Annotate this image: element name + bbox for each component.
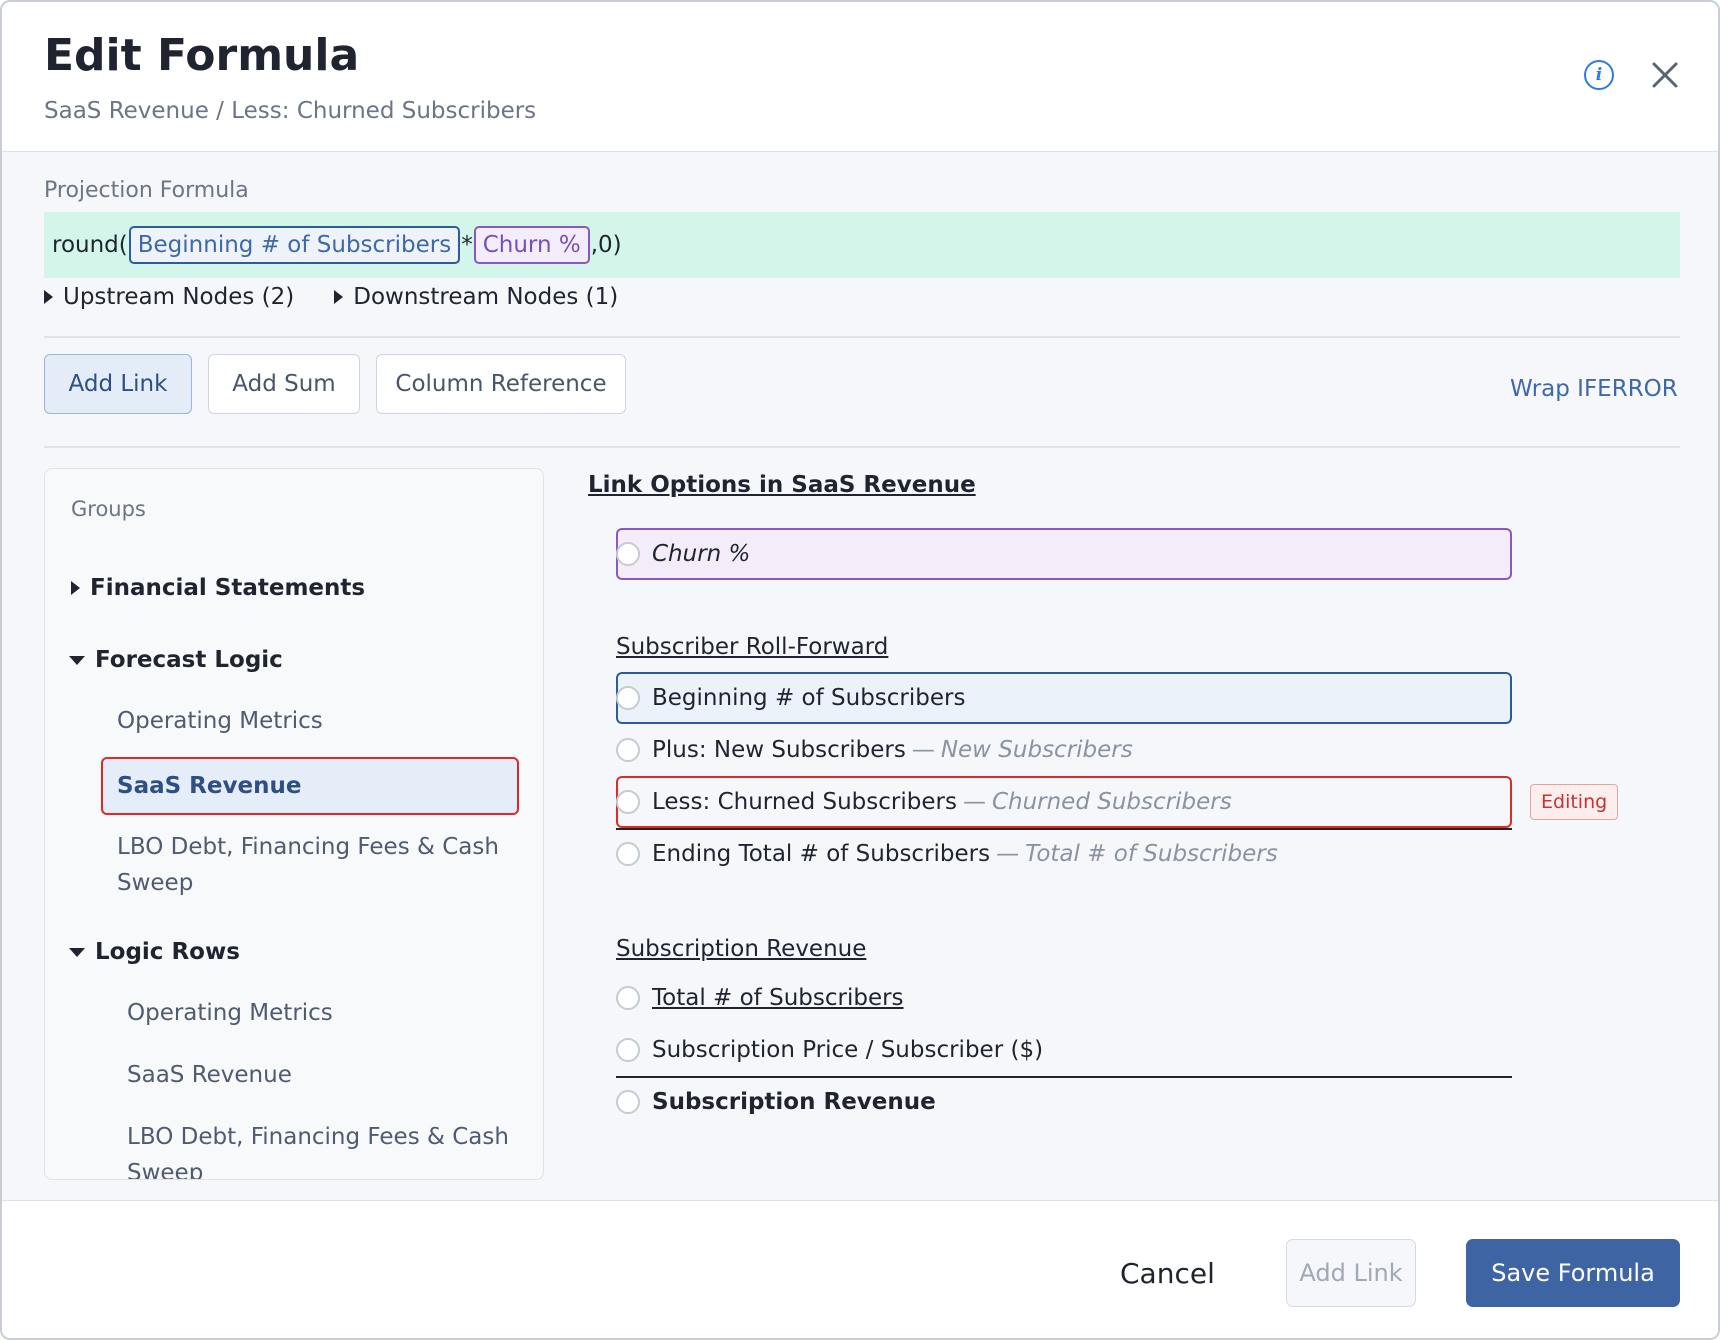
option-label: Less: Churned Subscribers xyxy=(652,789,957,815)
dialog-footer: Cancel Add Link Save Formula xyxy=(2,1200,1718,1338)
info-icon[interactable]: i xyxy=(1584,60,1614,90)
option-sublabel: Churned Subscribers xyxy=(991,789,1232,815)
logic-item-lbo-debt[interactable]: LBO Debt, Financing Fees & Cash Sweep xyxy=(127,1119,537,1179)
roll-forward-heading: Subscriber Roll-Forward xyxy=(616,634,889,660)
edit-formula-dialog: Edit Formula SaaS Revenue / Less: Churne… xyxy=(0,0,1720,1340)
group-label: Financial Statements xyxy=(90,575,366,601)
add-link-button-disabled: Add Link xyxy=(1286,1239,1416,1307)
radio-button[interactable] xyxy=(616,842,640,866)
option-plus-new-subscribers[interactable]: Plus: New Subscribers — New Subscribers xyxy=(616,724,1512,776)
divider xyxy=(44,446,1680,448)
breadcrumb: SaaS Revenue / Less: Churned Subscribers xyxy=(44,98,537,124)
option-label: Beginning # of Subscribers xyxy=(652,685,966,711)
option-total-subscribers[interactable]: Total # of Subscribers xyxy=(616,972,1512,1024)
radio-button[interactable] xyxy=(616,542,640,566)
option-label: Plus: New Subscribers xyxy=(652,737,906,763)
save-formula-button[interactable]: Save Formula xyxy=(1466,1239,1680,1307)
upstream-nodes-label: Upstream Nodes (2) xyxy=(63,284,295,310)
formula-prefix: round( xyxy=(52,232,128,258)
formula-token-beginning-subscribers[interactable]: Beginning # of Subscribers xyxy=(128,226,461,264)
formula-token-churn[interactable]: Churn % xyxy=(473,226,590,264)
group-forecast-logic[interactable]: Forecast Logic xyxy=(69,647,283,673)
logic-item-saas-revenue[interactable]: SaaS Revenue xyxy=(127,1057,292,1093)
close-icon[interactable] xyxy=(1650,60,1680,90)
group-logic-rows[interactable]: Logic Rows xyxy=(69,939,240,965)
option-label: Churn % xyxy=(652,541,751,567)
radio-button[interactable] xyxy=(616,686,640,710)
radio-button[interactable] xyxy=(616,1038,640,1062)
wrap-iferror-link[interactable]: Wrap IFERROR xyxy=(1510,376,1678,402)
formula-editor[interactable]: round( Beginning # of Subscribers * Chur… xyxy=(44,212,1680,278)
downstream-nodes-toggle[interactable]: Downstream Nodes (1) xyxy=(334,284,618,310)
group-label: Logic Rows xyxy=(95,939,240,965)
option-ending-total-subscribers[interactable]: Ending Total # of Subscribers — Total # … xyxy=(616,828,1512,880)
upstream-nodes-toggle[interactable]: Upstream Nodes (2) xyxy=(44,284,294,310)
formula-suffix: ,0) xyxy=(590,232,622,258)
cancel-button[interactable]: Cancel xyxy=(1120,1257,1215,1290)
option-separator: — xyxy=(911,737,935,763)
projection-formula-label: Projection Formula xyxy=(44,178,249,203)
option-less-churned-subscribers[interactable]: Less: Churned Subscribers — Churned Subs… xyxy=(616,776,1512,828)
caret-right-icon xyxy=(44,290,53,304)
group-financial-statements[interactable]: Financial Statements xyxy=(71,575,365,601)
option-label: Subscription Revenue xyxy=(652,1089,936,1115)
group-label: Forecast Logic xyxy=(95,647,283,673)
groups-label: Groups xyxy=(71,497,146,521)
caret-down-icon xyxy=(69,655,85,665)
downstream-nodes-label: Downstream Nodes (1) xyxy=(353,284,619,310)
radio-button[interactable] xyxy=(616,738,640,762)
editing-badge: Editing xyxy=(1530,784,1619,820)
group-item-lbo-debt[interactable]: LBO Debt, Financing Fees & Cash Sweep xyxy=(117,829,517,901)
option-separator: — xyxy=(962,789,986,815)
logic-item-operating-metrics[interactable]: Operating Metrics xyxy=(127,995,333,1031)
groups-panel: Groups Financial Statements Forecast Log… xyxy=(44,468,544,1180)
radio-button[interactable] xyxy=(616,986,640,1010)
radio-button[interactable] xyxy=(616,790,640,814)
nodes-row: Upstream Nodes (2) Downstream Nodes (1) xyxy=(44,284,618,310)
add-link-tab[interactable]: Add Link xyxy=(44,354,192,414)
dialog-header: Edit Formula SaaS Revenue / Less: Churne… xyxy=(2,2,1718,152)
option-subscription-price[interactable]: Subscription Price / Subscriber ($) xyxy=(616,1024,1512,1076)
caret-right-icon xyxy=(71,581,80,595)
option-label: Total # of Subscribers xyxy=(652,985,904,1011)
formula-operator: * xyxy=(461,232,473,258)
option-label: Subscription Price / Subscriber ($) xyxy=(652,1037,1044,1063)
option-separator: — xyxy=(996,841,1020,867)
link-options-title: Link Options in SaaS Revenue xyxy=(588,472,976,498)
group-item-operating-metrics[interactable]: Operating Metrics xyxy=(117,703,323,739)
dialog-title: Edit Formula xyxy=(44,30,360,81)
caret-right-icon xyxy=(334,290,344,304)
option-sublabel: Total # of Subscribers xyxy=(1025,841,1278,867)
column-reference-tab[interactable]: Column Reference xyxy=(376,354,626,414)
option-churn[interactable]: Churn % xyxy=(616,528,1512,580)
radio-button[interactable] xyxy=(616,1090,640,1114)
option-subscription-revenue[interactable]: Subscription Revenue xyxy=(616,1076,1512,1128)
group-item-saas-revenue-selected[interactable]: SaaS Revenue xyxy=(101,757,519,815)
caret-down-icon xyxy=(69,947,85,957)
divider xyxy=(44,336,1680,338)
option-beginning-subscribers[interactable]: Beginning # of Subscribers xyxy=(616,672,1512,724)
subscription-revenue-heading: Subscription Revenue xyxy=(616,936,867,962)
option-label: Ending Total # of Subscribers xyxy=(652,841,991,867)
add-sum-tab[interactable]: Add Sum xyxy=(208,354,360,414)
option-sublabel: New Subscribers xyxy=(940,737,1133,763)
